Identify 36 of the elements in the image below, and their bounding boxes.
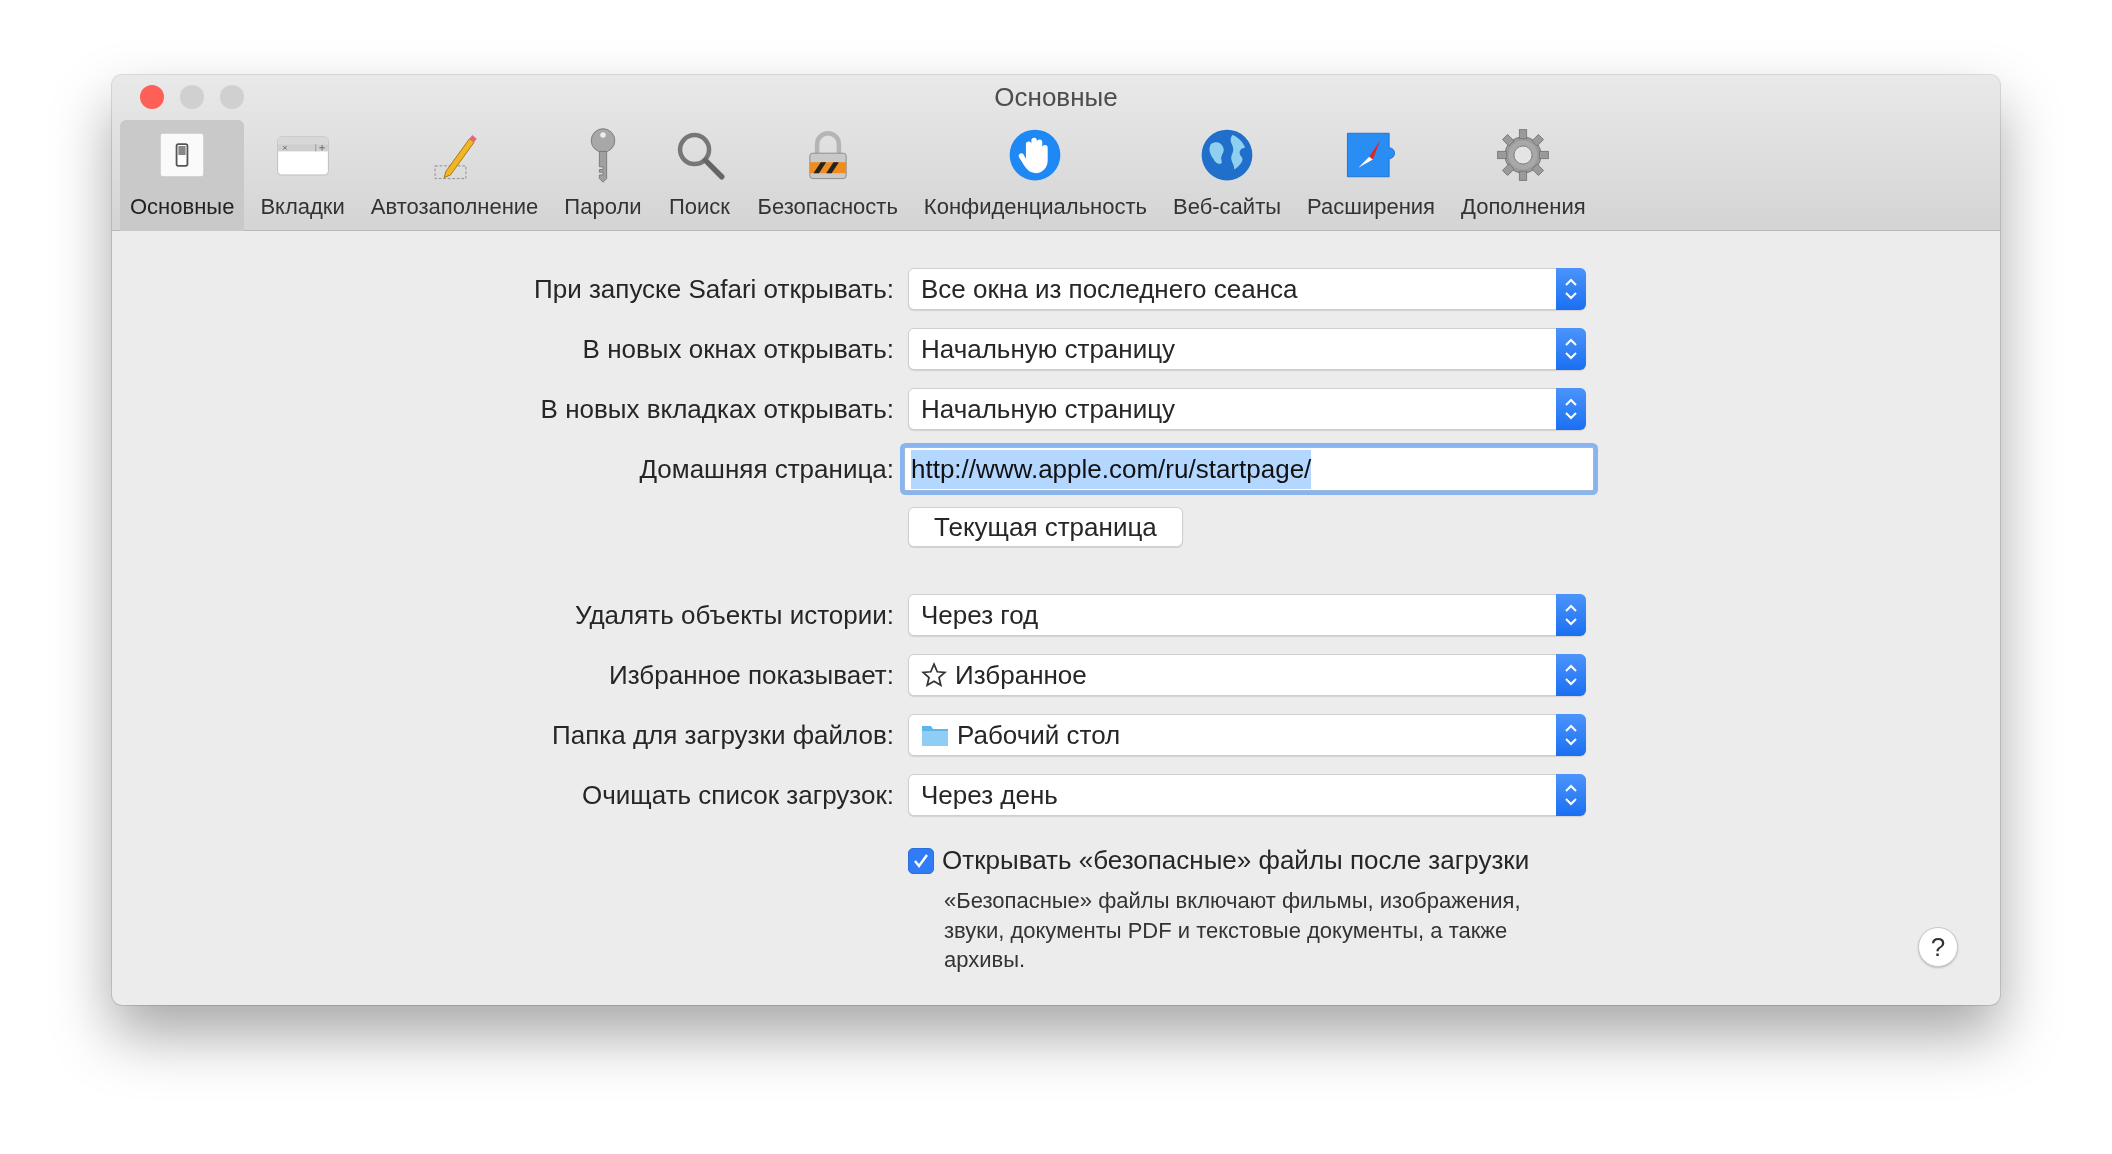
field-label: В новых окнах открывать: bbox=[582, 333, 894, 364]
help-button[interactable]: ? bbox=[1918, 927, 1958, 967]
preferences-tab[interactable]: Пароли bbox=[554, 120, 652, 231]
field-label: Папка для загрузки файлов: bbox=[552, 719, 894, 750]
field-label: В новых вкладках открывать: bbox=[540, 393, 894, 424]
popup-menu[interactable]: Через год bbox=[908, 594, 1586, 636]
field-label: Очищать список загрузок: bbox=[582, 779, 894, 810]
checkbox[interactable] bbox=[908, 847, 934, 874]
star-icon bbox=[921, 662, 947, 688]
zoom-button[interactable] bbox=[220, 85, 244, 109]
help-text: «Безопасные» файлы включают фильмы, изображения, звуки, документы PDF и текстовые документы, а также архивы. bbox=[944, 887, 1522, 975]
preferences-tab[interactable]: Дополнения bbox=[1451, 120, 1596, 231]
preferences-tab[interactable]: Расширения bbox=[1297, 120, 1445, 231]
popup-menu[interactable]: Избранное bbox=[908, 654, 1586, 696]
field-label: Домашняя страница: bbox=[639, 453, 894, 484]
preferences-tab[interactable]: Поиск bbox=[657, 120, 742, 231]
preferences-tab[interactable]: Автозаполнение bbox=[360, 120, 549, 231]
preferences-tab[interactable]: Вкладки bbox=[250, 120, 355, 231]
field-label: При запуске Safari открывать: bbox=[534, 273, 894, 304]
window-title: Основные bbox=[994, 82, 1118, 112]
popup-menu[interactable]: Рабочий стол bbox=[908, 714, 1586, 756]
popup-menu[interactable]: Начальную страницу bbox=[908, 328, 1586, 370]
folder-icon bbox=[921, 723, 949, 747]
current-page-button[interactable]: Текущая страница bbox=[908, 507, 1183, 547]
checkbox-label: Открывать «безопасные» файлы после загрузки bbox=[942, 844, 1530, 877]
popup-menu[interactable]: Начальную страницу bbox=[908, 388, 1586, 430]
close-button[interactable] bbox=[140, 85, 164, 109]
minimize-button[interactable] bbox=[180, 85, 204, 109]
popup-menu[interactable]: Все окна из последнего сеанса bbox=[908, 268, 1586, 310]
popup-menu[interactable]: Через день bbox=[908, 774, 1586, 816]
preferences-tab[interactable]: Конфиденциальность bbox=[913, 120, 1158, 231]
preferences-tab[interactable]: Веб-сайты bbox=[1163, 120, 1292, 231]
field-label: Удалять объекты истории: bbox=[574, 599, 894, 630]
preferences-tab[interactable]: Основные bbox=[120, 120, 245, 231]
preferences-tab[interactable]: Безопасность bbox=[747, 120, 908, 231]
field-label: Избранное показывает: bbox=[609, 659, 894, 690]
